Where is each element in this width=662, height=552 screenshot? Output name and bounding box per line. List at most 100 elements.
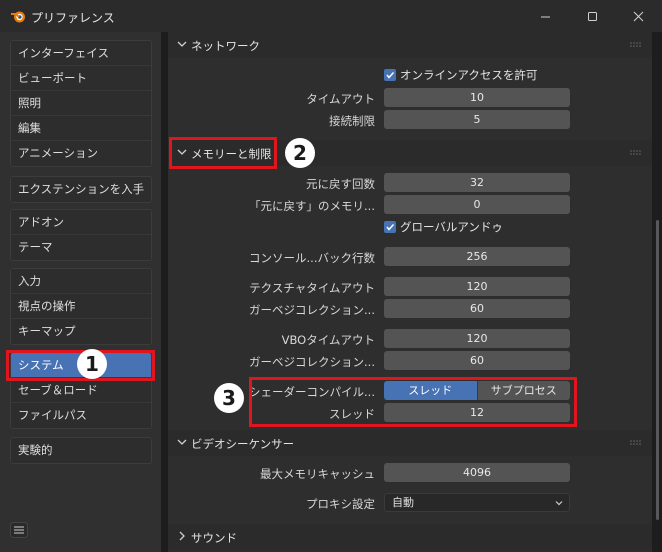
global-undo-row: グローバルアンドゥ	[168, 217, 652, 237]
sidebar-item-viewport[interactable]: ビューポート	[11, 66, 151, 91]
chevron-down-icon	[177, 439, 187, 445]
sidebar-item-lights[interactable]: 照明	[11, 91, 151, 116]
undo-steps-field[interactable]: 32	[384, 173, 570, 192]
sidebar: インターフェイス ビューポート 照明 編集 アニメーション エクステンションを入…	[0, 32, 161, 552]
minimize-icon	[540, 16, 550, 17]
timeout-row: タイムアウト 10	[168, 88, 652, 108]
online-access-row: オンラインアクセスを許可	[168, 65, 652, 85]
vbo-gc-label: ガーベジコレクション...	[249, 355, 375, 369]
vbo-timeout-row: VBOタイムアウト 120	[168, 329, 652, 349]
texture-timeout-label: テクスチャタイムアウト	[249, 281, 375, 295]
undo-steps-row: 元に戻す回数 32	[168, 173, 652, 193]
drag-grip-icon[interactable]	[630, 42, 642, 48]
sidebar-item-interface[interactable]: インターフェイス	[11, 41, 151, 66]
sound-panel-header[interactable]: サウンド	[168, 524, 652, 550]
global-undo-label: グローバルアンドゥ	[400, 220, 503, 234]
global-undo-checkbox[interactable]: グローバルアンドゥ	[384, 219, 503, 235]
texture-gc-label: ガーベジコレクション...	[249, 303, 375, 317]
timeout-label: タイムアウト	[306, 92, 375, 106]
sidebar-item-animation[interactable]: アニメーション	[11, 141, 151, 166]
max-cache-row: 最大メモリキャッシュ 4096	[168, 463, 652, 483]
network-panel: ネットワーク オンラインアクセスを許可 タイムアウト 10 接続制限 5	[168, 32, 652, 132]
drag-grip-icon[interactable]	[630, 150, 642, 156]
annotation-badge-2: 2	[285, 138, 315, 168]
sidebar-group-extensions: エクステンションを入手	[10, 176, 152, 203]
checkbox-checked-icon	[384, 221, 396, 233]
sidebar-item-addons[interactable]: アドオン	[11, 210, 151, 235]
sound-panel: サウンド	[168, 524, 652, 550]
texture-timeout-row: テクスチャタイムアウト 120	[168, 277, 652, 297]
undo-memory-row: 「元に戻す」のメモリ... 0	[168, 195, 652, 215]
shader-subprocess-option[interactable]: サブプロセス	[476, 381, 570, 400]
sidebar-item-keymap[interactable]: キーマップ	[11, 319, 151, 344]
sidebar-group-experimental: 実験的	[10, 437, 152, 464]
memory-panel-title: メモリーと制限	[191, 147, 272, 161]
blender-logo-icon	[11, 11, 25, 23]
proxy-setup-label: プロキシ設定	[306, 497, 375, 511]
vbo-timeout-field[interactable]: 120	[384, 329, 570, 348]
sidebar-group-general: インターフェイス ビューポート 照明 編集 アニメーション	[10, 40, 152, 167]
sidebar-item-experimental[interactable]: 実験的	[11, 438, 151, 463]
texture-gc-row: ガーベジコレクション... 60	[168, 299, 652, 319]
shader-thread-option[interactable]: スレッド	[384, 381, 477, 400]
sidebar-item-save-load[interactable]: セーブ＆ロード	[11, 378, 151, 403]
network-panel-header[interactable]: ネットワーク	[168, 32, 652, 58]
proxy-setup-value: 自動	[392, 496, 414, 509]
undo-steps-label: 元に戻す回数	[306, 177, 375, 191]
shader-compile-label: シェーダーコンパイル...	[249, 385, 375, 399]
threads-field[interactable]: 12	[384, 403, 570, 422]
hamburger-menu-icon[interactable]	[10, 522, 28, 538]
online-access-checkbox[interactable]: オンラインアクセスを許可	[384, 67, 537, 83]
window-title: プリファレンス	[31, 11, 115, 25]
annotation-badge-3: 3	[214, 383, 244, 413]
proxy-setup-dropdown[interactable]: 自動	[384, 493, 570, 512]
sidebar-item-navigation[interactable]: 視点の操作	[11, 294, 151, 319]
maximize-icon	[587, 11, 597, 21]
vbo-gc-field[interactable]: 60	[384, 351, 570, 370]
max-cache-label: 最大メモリキャッシュ	[260, 467, 375, 481]
memory-panel: メモリーと制限 元に戻す回数 32 「元に戻す」のメモリ... 0 グローバルア…	[168, 140, 652, 430]
memory-panel-header[interactable]: メモリーと制限	[168, 140, 652, 166]
network-panel-title: ネットワーク	[191, 39, 260, 53]
close-button[interactable]	[627, 6, 649, 26]
online-access-label: オンラインアクセスを許可	[400, 68, 538, 82]
preferences-main: ネットワーク オンラインアクセスを許可 タイムアウト 10 接続制限 5 メモリ…	[168, 32, 652, 552]
sidebar-item-file-paths[interactable]: ファイルパス	[11, 403, 151, 428]
maximize-button[interactable]	[581, 6, 603, 26]
checkbox-checked-icon	[384, 69, 396, 81]
threads-label: スレッド	[329, 407, 375, 421]
shader-compile-segmented: スレッド サブプロセス	[384, 381, 570, 400]
sequencer-panel-header[interactable]: ビデオシーケンサー	[168, 430, 652, 456]
sidebar-item-input[interactable]: 入力	[11, 269, 151, 294]
connection-limit-field[interactable]: 5	[384, 110, 570, 129]
sidebar-item-get-extensions[interactable]: エクステンションを入手	[11, 177, 151, 202]
undo-memory-field[interactable]: 0	[384, 195, 570, 214]
close-icon	[633, 11, 643, 21]
sidebar-item-editing[interactable]: 編集	[11, 116, 151, 141]
title-bar: プリファレンス	[0, 0, 662, 32]
sidebar-group-input: 入力 視点の操作 キーマップ	[10, 268, 152, 345]
annotation-badge-1: 1	[77, 349, 107, 379]
chevron-right-icon	[179, 531, 185, 541]
main-scrollbar[interactable]	[656, 220, 659, 520]
chevron-down-icon	[177, 149, 187, 155]
max-cache-field[interactable]: 4096	[384, 463, 570, 482]
sequencer-panel: ビデオシーケンサー 最大メモリキャッシュ 4096 プロキシ設定 自動	[168, 430, 652, 518]
minimize-button[interactable]	[534, 6, 556, 26]
console-scrollback-field[interactable]: 256	[384, 247, 570, 266]
sidebar-item-themes[interactable]: テーマ	[11, 235, 151, 260]
sound-panel-title: サウンド	[191, 531, 237, 545]
timeout-field[interactable]: 10	[384, 88, 570, 107]
drag-grip-icon[interactable]	[630, 440, 642, 446]
console-scrollback-row: コンソール...バック行数 256	[168, 247, 652, 267]
undo-memory-label: 「元に戻す」のメモリ...	[249, 199, 375, 213]
proxy-setup-row: プロキシ設定 自動	[168, 493, 652, 513]
sidebar-group-addons: アドオン テーマ	[10, 209, 152, 261]
texture-gc-field[interactable]: 60	[384, 299, 570, 318]
texture-timeout-field[interactable]: 120	[384, 277, 570, 296]
console-scrollback-label: コンソール...バック行数	[249, 251, 375, 265]
vbo-gc-row: ガーベジコレクション... 60	[168, 351, 652, 371]
chevron-down-icon	[555, 501, 563, 506]
sequencer-panel-title: ビデオシーケンサー	[191, 437, 295, 451]
chevron-down-icon	[177, 41, 187, 47]
